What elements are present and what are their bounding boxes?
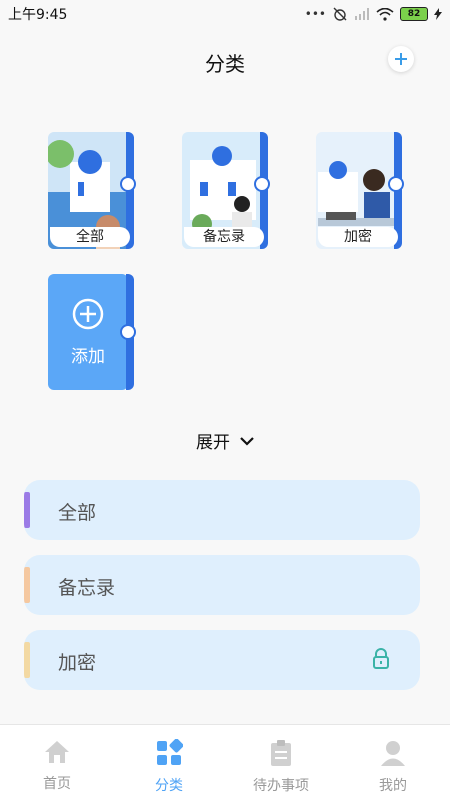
list-item-all[interactable]: 全部: [24, 480, 420, 540]
list-item-label: 全部: [58, 502, 97, 524]
category-tile-label: 备忘录: [184, 227, 264, 247]
tab-label: 分类: [155, 778, 183, 794]
signal-icon: [355, 8, 369, 20]
category-tile-all[interactable]: 全部: [48, 132, 136, 249]
add-category-button[interactable]: [388, 46, 414, 72]
tab-category[interactable]: 分类: [114, 738, 224, 795]
home-icon: [45, 741, 69, 763]
chevron-down-icon: [240, 436, 254, 446]
status-time: 上午9:45: [8, 7, 68, 23]
charging-icon: [434, 8, 442, 20]
tile-clasp: [254, 176, 270, 192]
more-dots-icon: •••: [304, 7, 326, 21]
category-color-bar: [24, 642, 30, 678]
category-color-bar: [24, 492, 30, 528]
category-tile-label: 加密: [318, 227, 398, 247]
list-item-label: 备忘录: [58, 577, 116, 599]
add-circle-icon: [72, 298, 104, 330]
category-tile-label: 全部: [50, 227, 130, 247]
add-tile-label: 添加: [71, 347, 105, 367]
bottom-tab-bar: 首页 分类 待办事项 我的: [0, 724, 450, 801]
page-title: 分类: [205, 52, 245, 76]
list-item-label: 加密: [58, 652, 97, 674]
category-tile-encrypted[interactable]: 加密: [316, 132, 404, 249]
tab-profile[interactable]: 我的: [338, 739, 448, 795]
expand-toggle[interactable]: 展开: [0, 428, 450, 453]
tile-clasp: [120, 176, 136, 192]
lock-icon: [373, 648, 389, 669]
status-bar: 上午9:45 ••• 82: [0, 0, 450, 28]
tab-label: 首页: [43, 776, 71, 792]
category-tile-memo[interactable]: 备忘录: [182, 132, 270, 249]
category-icon: [157, 738, 184, 765]
tab-todo[interactable]: 待办事项: [226, 739, 336, 795]
todo-icon: [271, 740, 291, 766]
list-item-encrypted[interactable]: 加密: [24, 630, 420, 690]
alarm-muted-icon: [333, 7, 347, 21]
tab-home[interactable]: 首页: [2, 739, 112, 793]
status-icons: ••• 82: [305, 7, 442, 21]
tile-clasp: [388, 176, 404, 192]
tile-clasp: [120, 324, 136, 340]
category-color-bar: [24, 567, 30, 603]
profile-icon: [381, 741, 405, 766]
expand-label: 展开: [196, 433, 230, 453]
battery-icon: 82: [400, 7, 428, 21]
list-item-memo[interactable]: 备忘录: [24, 555, 420, 615]
tab-label: 待办事项: [253, 778, 309, 794]
plus-icon: [395, 53, 407, 65]
add-category-tile[interactable]: 添加: [48, 274, 136, 390]
add-tile-body: [48, 274, 128, 390]
tab-label: 我的: [379, 778, 407, 794]
wifi-icon: [376, 7, 394, 21]
header: 分类: [0, 38, 450, 84]
